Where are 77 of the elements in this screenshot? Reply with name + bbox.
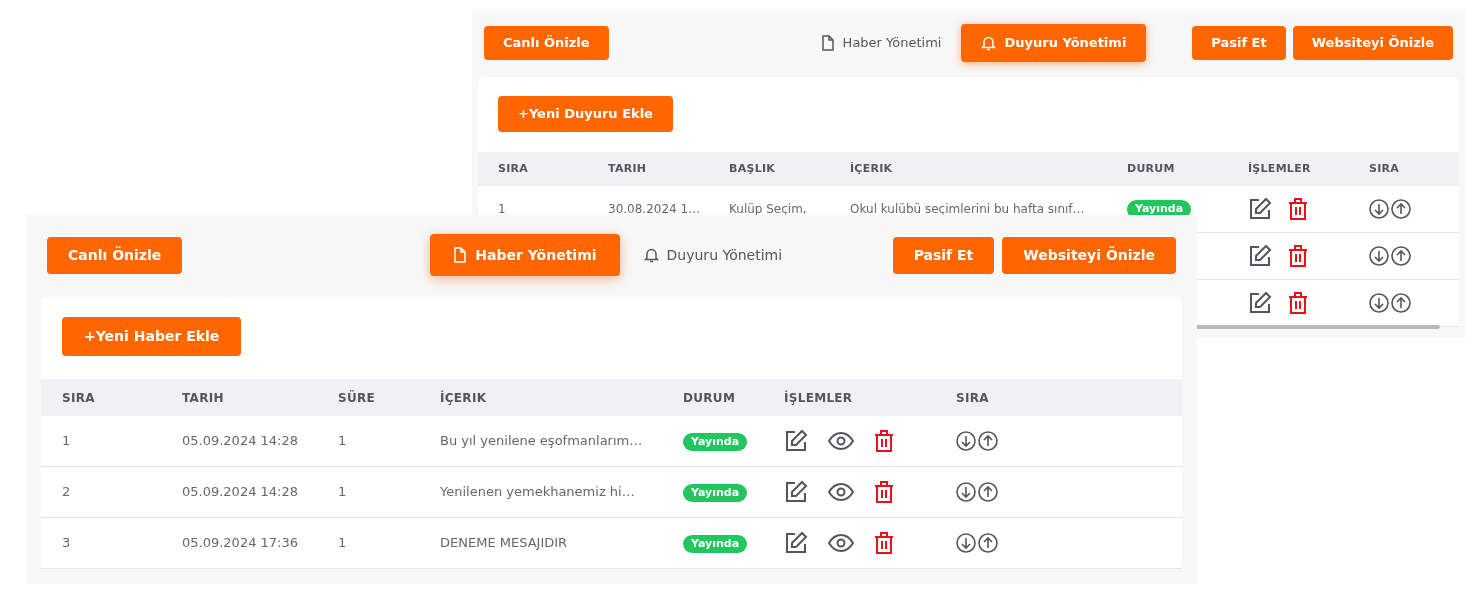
live-preview-button[interactable]: Canlı Önizle xyxy=(47,236,183,274)
edit-icon[interactable] xyxy=(784,480,808,504)
column-header: İÇERIK xyxy=(440,389,488,407)
arrow-down-icon[interactable] xyxy=(956,431,976,451)
column-header: İŞLEMLER xyxy=(784,389,854,407)
table-cell-text: 1 xyxy=(338,534,348,553)
column-header: İŞLEMLER xyxy=(1248,160,1312,177)
trash-icon[interactable] xyxy=(874,430,894,452)
edit-icon[interactable] xyxy=(1248,197,1272,221)
arrow-up-icon[interactable] xyxy=(978,431,998,451)
scrollbar[interactable] xyxy=(1195,325,1440,329)
table-cell-text: 05.09.2024 14:28 xyxy=(182,483,300,502)
column-header: BAŞLIK xyxy=(729,160,777,177)
bell-icon xyxy=(981,35,997,51)
trash-icon[interactable] xyxy=(1288,245,1308,267)
column-header: TARIH xyxy=(182,389,225,407)
table-cell-text: DENEME MESAJIDIR xyxy=(440,534,569,553)
status-badge: Yayında xyxy=(683,534,748,554)
header-button[interactable]: Websiteyi Önizle xyxy=(1292,26,1453,60)
eye-icon[interactable] xyxy=(828,432,854,450)
table-cell-text: 2 xyxy=(62,483,72,502)
arrow-up-icon[interactable] xyxy=(1391,246,1411,266)
arrow-down-icon[interactable] xyxy=(1369,199,1389,219)
trash-icon[interactable] xyxy=(874,481,894,503)
table-cell-text: Yenilenen yemekhanemiz hi… xyxy=(440,483,636,502)
column-header: TARIH xyxy=(608,160,648,177)
column-header: SIRA xyxy=(956,389,990,407)
edit-icon[interactable] xyxy=(1248,291,1272,315)
table-cell-text: 05.09.2024 14:28 xyxy=(182,432,300,451)
table-cell-text: Kulüp Seçim, xyxy=(729,201,808,218)
arrow-up-icon[interactable] xyxy=(1391,199,1411,219)
file-icon xyxy=(820,35,835,51)
arrow-down-icon[interactable] xyxy=(956,533,976,553)
trash-icon[interactable] xyxy=(1288,292,1308,314)
add-button[interactable]: +Yeni Haber Ekle xyxy=(62,317,242,356)
table-cell-text: 05.09.2024 17:36 xyxy=(182,534,300,553)
tab[interactable]: Duyuru Yönetimi xyxy=(643,234,783,276)
table-cell-text: 1 xyxy=(338,432,348,451)
status-badge: Yayında xyxy=(683,432,748,452)
trash-icon[interactable] xyxy=(874,532,894,554)
header-button[interactable]: Websiteyi Önizle xyxy=(1002,236,1176,274)
column-header: SIRA xyxy=(498,160,530,177)
header-button[interactable]: Pasif Et xyxy=(892,236,995,274)
tab[interactable]: Haber Yönetimi xyxy=(430,234,620,276)
file-icon xyxy=(453,247,468,263)
column-header: DURUM xyxy=(683,389,737,407)
eye-icon[interactable] xyxy=(828,483,854,501)
column-header: SIRA xyxy=(1369,160,1401,177)
arrow-down-icon[interactable] xyxy=(1369,246,1389,266)
add-button[interactable]: +Yeni Duyuru Ekle xyxy=(498,96,673,132)
edit-icon[interactable] xyxy=(784,429,808,453)
tab[interactable]: Haber Yönetimi xyxy=(820,24,942,62)
arrow-down-icon[interactable] xyxy=(1369,293,1389,313)
column-header: İÇERIK xyxy=(850,160,894,177)
table-cell-text: 1 xyxy=(338,483,348,502)
arrow-up-icon[interactable] xyxy=(978,533,998,553)
arrow-up-icon[interactable] xyxy=(978,482,998,502)
edit-icon[interactable] xyxy=(1248,244,1272,268)
table-cell-text: Bu yıl yenilene eşofmanlarım… xyxy=(440,432,644,451)
live-preview-button[interactable]: Canlı Önizle xyxy=(484,26,609,60)
table-cell-text: Okul kulübü seçimlerini bu hafta sınıf… xyxy=(850,201,1086,218)
table-cell-text: 1 xyxy=(498,201,507,218)
column-header: DURUM xyxy=(1127,160,1176,177)
edit-icon[interactable] xyxy=(784,531,808,555)
bell-icon xyxy=(643,247,659,263)
table-cell-text: 3 xyxy=(62,534,72,553)
arrow-down-icon[interactable] xyxy=(956,482,976,502)
trash-icon[interactable] xyxy=(1288,198,1308,220)
arrow-up-icon[interactable] xyxy=(1391,293,1411,313)
table-cell-text: 30.08.2024 1… xyxy=(608,201,702,218)
table-cell-text: 1 xyxy=(62,432,72,451)
tab[interactable]: Duyuru Yönetimi xyxy=(961,24,1147,62)
header-button[interactable]: Pasif Et xyxy=(1192,26,1286,60)
eye-icon[interactable] xyxy=(828,534,854,552)
column-header: SÜRE xyxy=(338,389,377,407)
column-header: SIRA xyxy=(62,389,96,407)
status-badge: Yayında xyxy=(683,483,748,503)
